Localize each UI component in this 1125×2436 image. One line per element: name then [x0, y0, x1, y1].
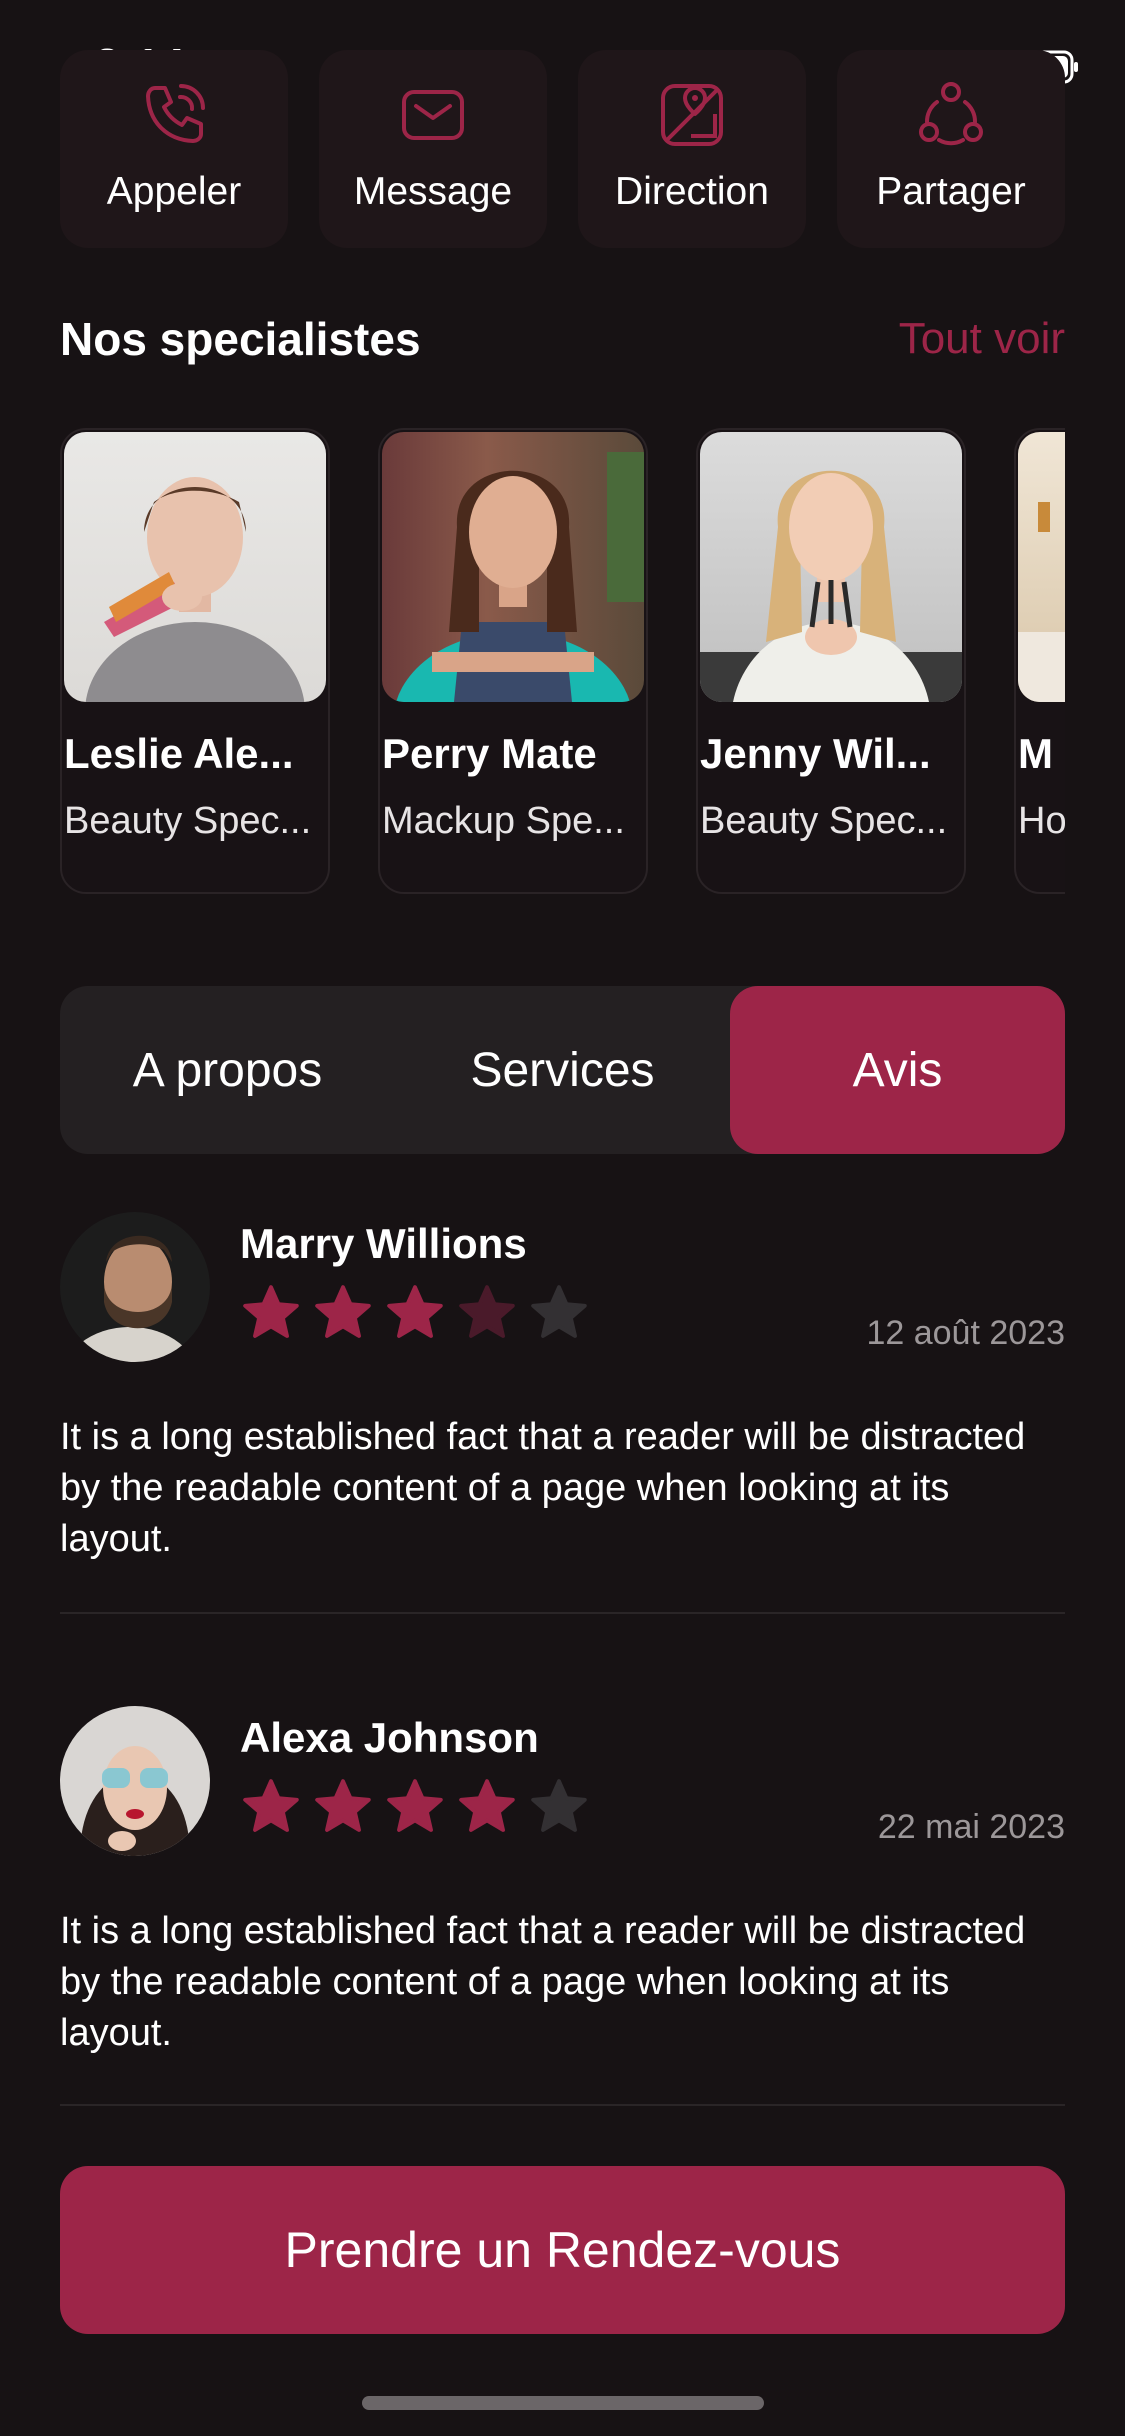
review-item: Marry Willions 12 août 2023 It is a long… — [60, 1212, 1065, 1572]
envelope-icon — [402, 90, 464, 140]
star-full-icon — [315, 1285, 371, 1338]
salon-detail-screen: 2:14 Appeler Message — [0, 0, 1125, 2436]
specialist-name: M — [1018, 730, 1053, 777]
specialist-card[interactable]: Leslie Ale... Beauty Spec... — [60, 428, 330, 894]
phone-ringing-icon — [146, 84, 205, 143]
message-label: Message — [353, 170, 513, 213]
tab-reviews[interactable]: Avis — [730, 986, 1065, 1154]
specialist-photo — [1018, 432, 1065, 702]
reviewer-avatar — [60, 1706, 210, 1856]
direction-action[interactable]: Direction — [578, 50, 806, 248]
star-empty-icon — [531, 1779, 587, 1832]
specialist-card[interactable]: Perry Mate Mackup Spe... — [378, 428, 648, 894]
share-label: Partager — [876, 170, 1026, 213]
home-indicator[interactable] — [362, 2396, 764, 2410]
review-text: It is a long established fact that a rea… — [60, 1416, 1026, 1560]
star-rating — [240, 1282, 590, 1344]
specialist-card[interactable]: M Ho — [1014, 428, 1065, 894]
reviewer-name: Marry Willions — [240, 1220, 527, 1267]
specialists-carousel[interactable]: Leslie Ale... Beauty Spec... Perry Mate … — [60, 428, 1065, 898]
quick-actions: Appeler Message Direction Partager — [60, 50, 1065, 248]
map-location-icon — [661, 84, 723, 146]
call-label: Appeler — [106, 170, 242, 213]
tab-about[interactable]: A propos — [60, 986, 395, 1154]
detail-tabs: A propos Services Avis — [60, 986, 1065, 1154]
share-action[interactable]: Partager — [837, 50, 1065, 248]
reviewer-name: Alexa Johnson — [240, 1714, 539, 1761]
see-all-link[interactable]: Tout voir — [899, 314, 1065, 364]
star-full-icon — [243, 1285, 299, 1338]
star-half-icon — [459, 1285, 515, 1338]
review-date: 12 août 2023 — [866, 1314, 1065, 1352]
specialist-role: Beauty Spec... — [700, 800, 948, 842]
review-divider — [60, 2104, 1065, 2106]
book-appointment-button[interactable]: Prendre un Rendez-vous — [60, 2166, 1065, 2334]
reviewer-avatar — [60, 1212, 210, 1362]
specialist-role: Beauty Spec... — [64, 800, 312, 842]
specialist-photo — [700, 432, 962, 702]
direction-label: Direction — [615, 170, 769, 213]
star-full-icon — [315, 1779, 371, 1832]
star-full-icon — [243, 1779, 299, 1832]
specialists-header: Nos specialistes Tout voir — [60, 312, 1065, 366]
star-full-icon — [387, 1285, 443, 1338]
specialist-role: Ho — [1018, 800, 1065, 842]
star-empty-icon — [531, 1285, 587, 1338]
star-full-icon — [459, 1779, 515, 1832]
specialist-photo — [64, 432, 326, 702]
specialist-name: Jenny Wil... — [700, 730, 931, 777]
specialist-name: Leslie Ale... — [64, 730, 294, 777]
review-date: 22 mai 2023 — [877, 1808, 1065, 1846]
review-text: It is a long established fact that a rea… — [60, 1910, 1026, 2054]
star-full-icon — [387, 1779, 443, 1832]
star-rating — [240, 1776, 590, 1838]
review-item: Alexa Johnson 22 mai 2023 It is a long e… — [60, 1706, 1065, 2066]
tab-services[interactable]: Services — [395, 986, 730, 1154]
share-nodes-icon — [919, 82, 983, 146]
specialist-card[interactable]: Jenny Wil... Beauty Spec... — [696, 428, 966, 894]
specialist-photo — [382, 432, 644, 702]
specialists-title: Nos specialistes — [60, 313, 421, 365]
specialist-name: Perry Mate — [382, 730, 597, 777]
review-divider — [60, 1612, 1065, 1614]
call-action[interactable]: Appeler — [60, 50, 288, 248]
message-action[interactable]: Message — [319, 50, 547, 248]
specialist-role: Mackup Spe... — [382, 800, 625, 842]
